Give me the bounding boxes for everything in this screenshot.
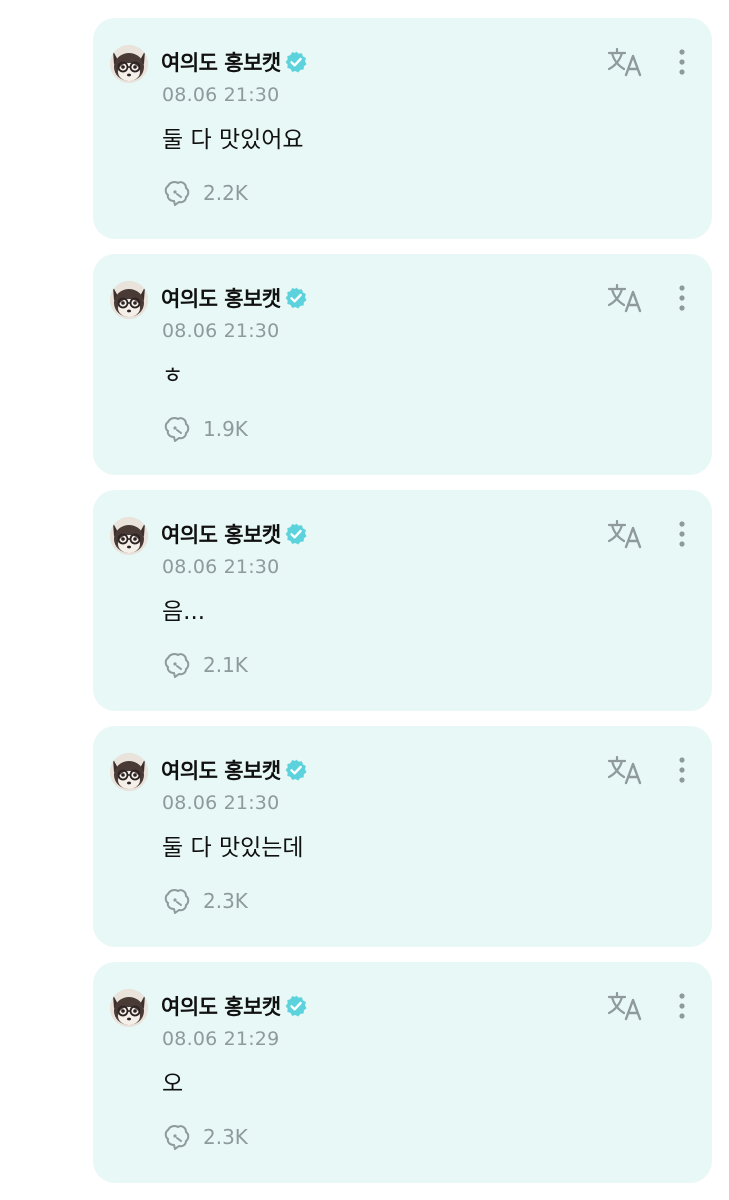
translate-button[interactable] — [607, 754, 643, 786]
view-count: 2.2K — [203, 181, 248, 205]
avatar[interactable] — [110, 45, 148, 83]
view-count: 2.1K — [203, 653, 248, 677]
post-card[interactable]: 여의도 홍보캣 08.06 21:29 오 2.3K — [93, 962, 712, 1183]
view-count-icon — [162, 1122, 192, 1152]
author-row: 여의도 홍보캣 — [161, 755, 308, 785]
post-card[interactable]: 여의도 홍보캣 08.06 21:30 둘 다 맛있는데 2.3K — [93, 726, 712, 947]
author-name[interactable]: 여의도 홍보캣 — [161, 991, 281, 1021]
post-text: 둘 다 맛있는데 — [162, 835, 304, 861]
translate-button[interactable] — [607, 282, 643, 314]
post-stats: 1.9K — [162, 414, 248, 444]
view-count: 1.9K — [203, 417, 248, 441]
post-stats: 2.2K — [162, 178, 248, 208]
author-name[interactable]: 여의도 홍보캣 — [161, 519, 281, 549]
author-name[interactable]: 여의도 홍보캣 — [161, 47, 281, 77]
author-name[interactable]: 여의도 홍보캣 — [161, 755, 281, 785]
avatar[interactable] — [110, 753, 148, 791]
post-card[interactable]: 여의도 홍보캣 08.06 21:30 음... 2.1K — [93, 490, 712, 711]
verified-badge-icon — [284, 758, 308, 782]
verified-badge-icon — [284, 994, 308, 1018]
translate-button[interactable] — [607, 990, 643, 1022]
verified-badge-icon — [284, 50, 308, 74]
post-timestamp: 08.06 21:30 — [162, 792, 280, 814]
author-row: 여의도 홍보캣 — [161, 991, 308, 1021]
more-vertical-icon — [679, 521, 685, 547]
post-card[interactable]: 여의도 홍보캣 08.06 21:30 둘 다 맛있어요 2.2K — [93, 18, 712, 239]
post-text: 둘 다 맛있어요 — [162, 127, 304, 153]
more-options-button[interactable] — [669, 520, 695, 550]
avatar[interactable] — [110, 517, 148, 555]
author-name[interactable]: 여의도 홍보캣 — [161, 283, 281, 313]
translate-button[interactable] — [607, 46, 643, 78]
translate-icon — [607, 519, 642, 549]
translate-icon — [607, 991, 642, 1021]
more-options-button[interactable] — [669, 284, 695, 314]
post-card[interactable]: 여의도 홍보캣 08.06 21:30 ㅎ 1.9K — [93, 254, 712, 475]
post-stats: 2.3K — [162, 886, 248, 916]
post-timestamp: 08.06 21:30 — [162, 320, 280, 342]
author-row: 여의도 홍보캣 — [161, 47, 308, 77]
post-text: 음... — [162, 599, 206, 625]
post-text: 오 — [162, 1071, 184, 1097]
translate-icon — [607, 283, 642, 313]
more-options-button[interactable] — [669, 756, 695, 786]
more-vertical-icon — [679, 993, 685, 1019]
translate-button[interactable] — [607, 518, 643, 550]
post-timestamp: 08.06 21:30 — [162, 84, 280, 106]
view-count-icon — [162, 178, 192, 208]
translate-icon — [607, 47, 642, 77]
view-count-icon — [162, 650, 192, 680]
more-options-button[interactable] — [669, 48, 695, 78]
view-count: 2.3K — [203, 889, 248, 913]
post-stats: 2.1K — [162, 650, 248, 680]
more-vertical-icon — [679, 285, 685, 311]
avatar[interactable] — [110, 281, 148, 319]
post-timestamp: 08.06 21:29 — [162, 1028, 280, 1050]
post-feed: 여의도 홍보캣 08.06 21:30 둘 다 맛있어요 2.2K 여의도 홍보… — [93, 18, 712, 1198]
verified-badge-icon — [284, 522, 308, 546]
more-options-button[interactable] — [669, 992, 695, 1022]
avatar[interactable] — [110, 989, 148, 1027]
view-count: 2.3K — [203, 1125, 248, 1149]
more-vertical-icon — [679, 757, 685, 783]
post-timestamp: 08.06 21:30 — [162, 556, 280, 578]
translate-icon — [607, 755, 642, 785]
author-row: 여의도 홍보캣 — [161, 519, 308, 549]
view-count-icon — [162, 886, 192, 916]
more-vertical-icon — [679, 49, 685, 75]
author-row: 여의도 홍보캣 — [161, 283, 308, 313]
post-text: ㅎ — [162, 363, 184, 389]
post-stats: 2.3K — [162, 1122, 248, 1152]
verified-badge-icon — [284, 286, 308, 310]
view-count-icon — [162, 414, 192, 444]
